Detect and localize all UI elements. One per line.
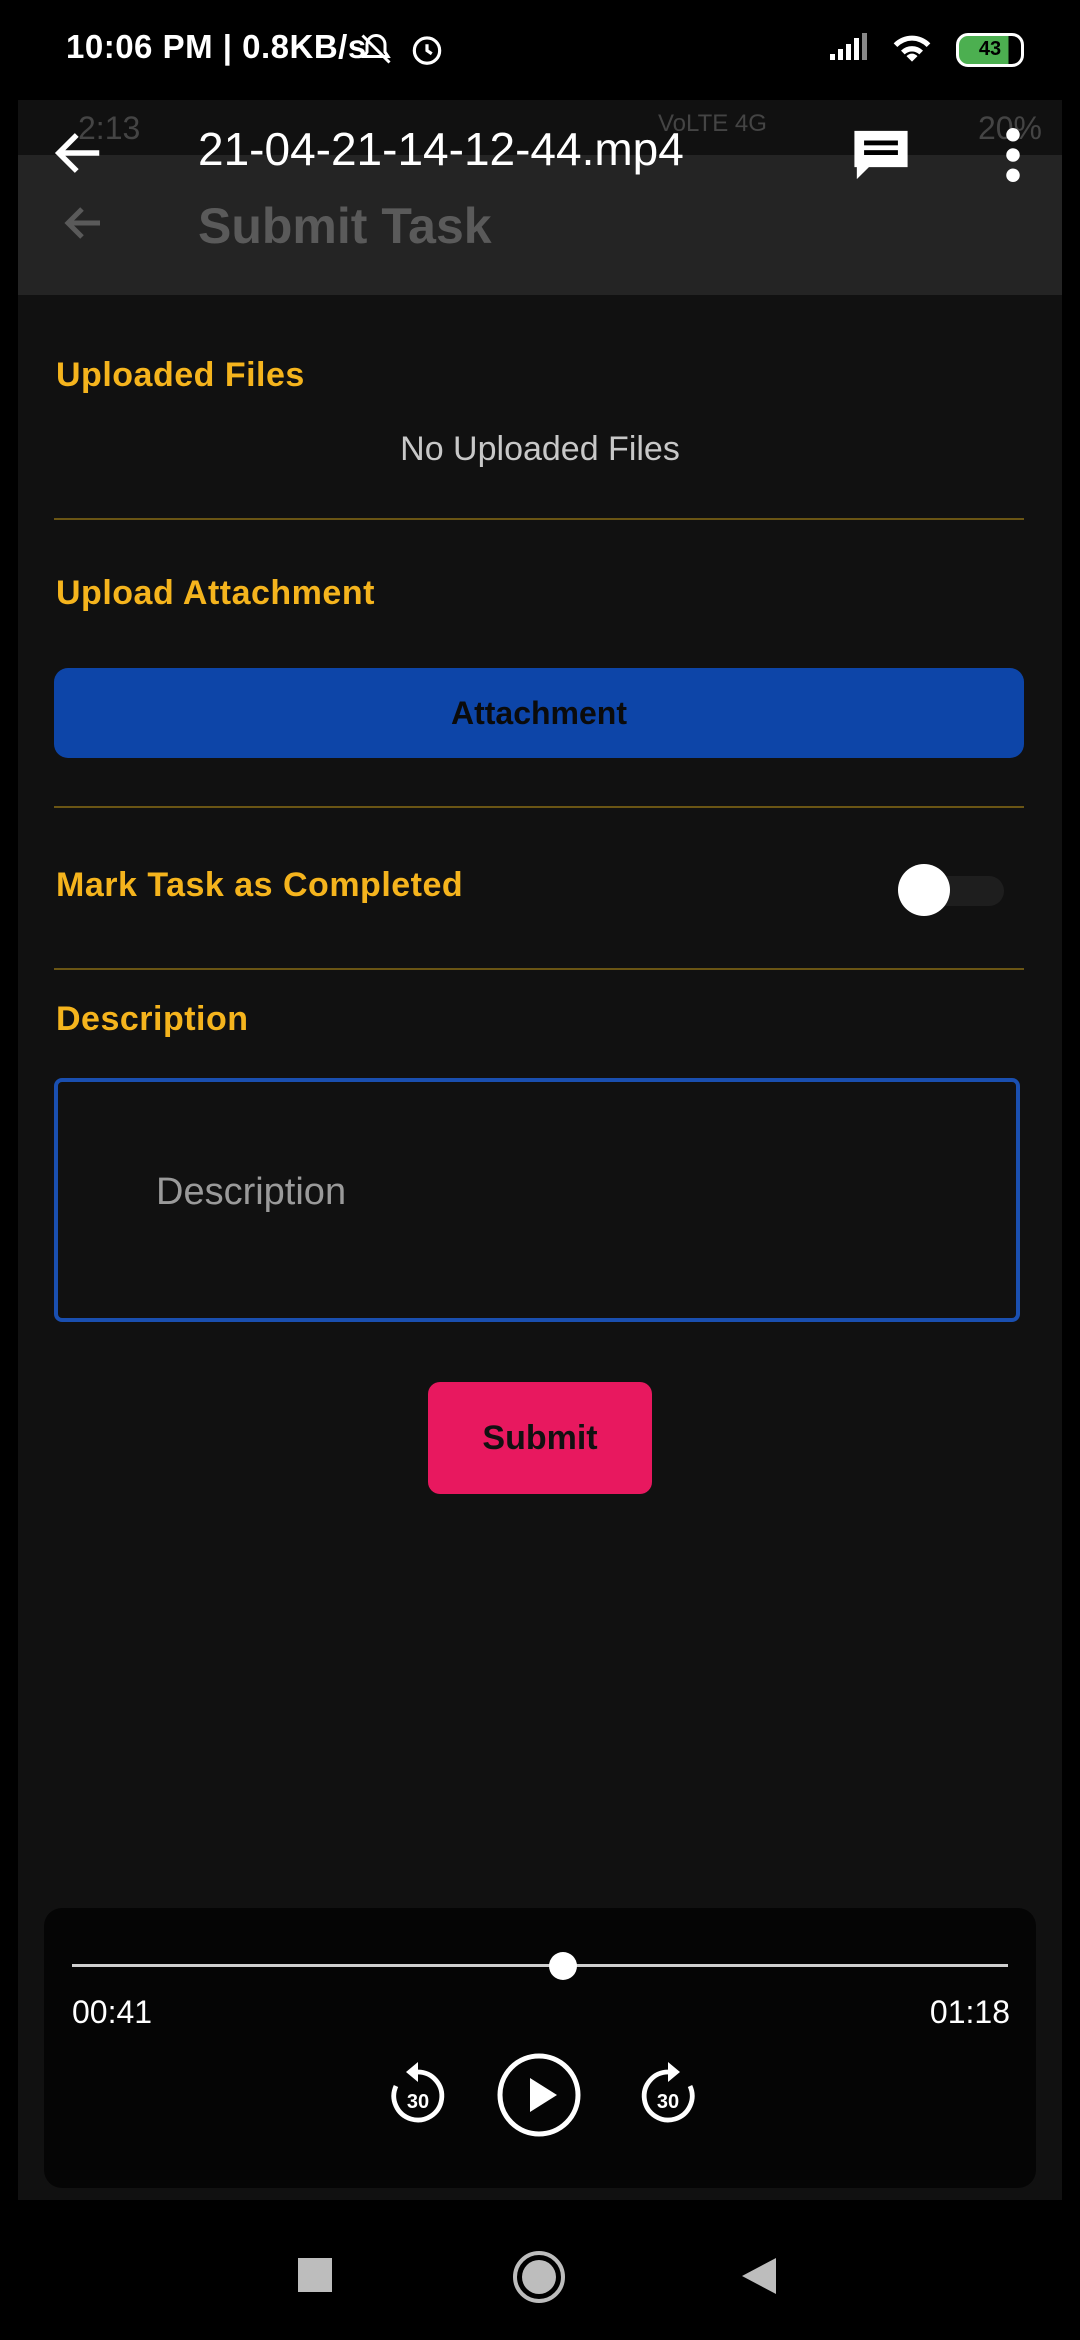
wifi-icon bbox=[890, 30, 934, 69]
description-box[interactable] bbox=[54, 1078, 1020, 1322]
uploaded-files-label: Uploaded Files bbox=[56, 356, 305, 394]
video-frame[interactable]: 2:13 VoLTE 4G 20% Submit Task Uploaded F… bbox=[18, 100, 1062, 2200]
rewind-icon: 30 bbox=[391, 2062, 445, 2123]
back-triangle-icon[interactable] bbox=[740, 2256, 778, 2301]
rewind-30-button[interactable]: 30 bbox=[386, 2058, 450, 2128]
mute-bell-icon bbox=[358, 30, 394, 73]
overflow-menu-icon[interactable] bbox=[1006, 128, 1020, 182]
play-button[interactable] bbox=[496, 2052, 582, 2138]
status-icons: 43 bbox=[828, 30, 1024, 69]
recents-square-icon[interactable] bbox=[298, 2258, 332, 2297]
divider bbox=[54, 968, 1024, 970]
upload-attachment-label: Upload Attachment bbox=[56, 574, 375, 612]
description-input[interactable] bbox=[154, 1170, 958, 1215]
current-time: 00:41 bbox=[72, 1994, 153, 2030]
system-nav-bar bbox=[0, 2210, 1080, 2340]
status-time: 10:06 PM | 0.8KB/s bbox=[66, 28, 367, 65]
total-time: 01:18 bbox=[929, 1994, 1010, 2030]
signal-icon bbox=[828, 32, 868, 67]
seek-thumb[interactable] bbox=[549, 1952, 578, 1980]
back-arrow-icon[interactable] bbox=[52, 126, 106, 180]
battery-level: 43 bbox=[978, 38, 1002, 60]
mark-completed-label: Mark Task as Completed bbox=[56, 866, 464, 904]
rewind-label: 30 bbox=[407, 2091, 429, 2113]
alarm-icon bbox=[408, 30, 446, 73]
description-label: Description bbox=[56, 1000, 249, 1038]
forward-label: 30 bbox=[657, 2091, 679, 2113]
player-controls: 00:41 01:18 30 30 bbox=[44, 1908, 1036, 2188]
forward-icon: 30 bbox=[641, 2062, 695, 2123]
mark-completed-toggle[interactable] bbox=[898, 860, 1008, 920]
submit-button-label: Submit bbox=[482, 1418, 598, 1457]
player-top-bar: 21-04-21-14-12-44.mp4 bbox=[0, 100, 1080, 220]
battery-icon: 43 bbox=[956, 32, 1024, 67]
status-bar: 10:06 PM | 0.8KB/s 43 bbox=[0, 0, 1080, 100]
divider bbox=[54, 518, 1024, 520]
attachment-button-label: Attachment bbox=[450, 694, 627, 731]
play-icon bbox=[497, 2053, 581, 2137]
seek-bar[interactable] bbox=[72, 1964, 1008, 1967]
toggle-thumb bbox=[898, 864, 950, 916]
divider bbox=[54, 806, 1024, 808]
forward-30-button[interactable]: 30 bbox=[636, 2058, 700, 2128]
home-circle-icon[interactable] bbox=[512, 2250, 566, 2309]
submit-button[interactable]: Submit bbox=[428, 1382, 652, 1494]
video-file-name: 21-04-21-14-12-44.mp4 bbox=[198, 123, 684, 175]
comment-icon[interactable] bbox=[852, 128, 910, 182]
attachment-button[interactable]: Attachment bbox=[54, 668, 1024, 758]
no-uploaded-files-text: No Uploaded Files bbox=[400, 430, 680, 468]
